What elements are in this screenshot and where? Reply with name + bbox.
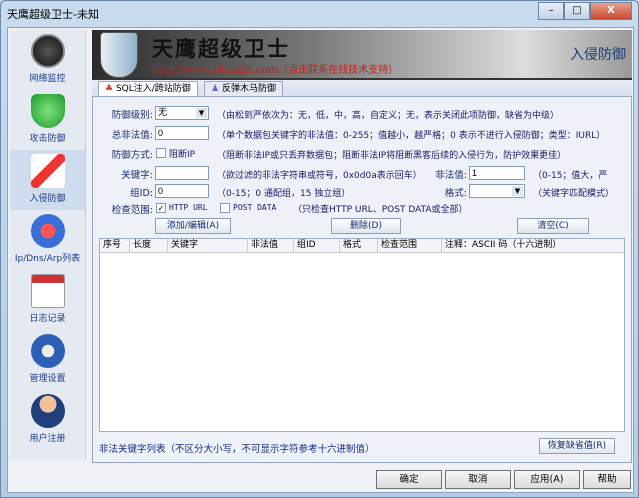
illegal-hint: （0-15；值大，严: [533, 171, 608, 181]
chevron-down-icon: ▼: [196, 108, 207, 118]
sidebar: 网络监控 攻击防御 入侵防御 Ip/Dns/Arp列表 日志记录 管理设置 用户…: [10, 30, 86, 460]
group-id-input[interactable]: [155, 184, 209, 198]
col-length[interactable]: 长度: [130, 239, 168, 252]
level-select[interactable]: 无 ▼: [155, 106, 209, 120]
gauge-icon: [30, 34, 65, 68]
group-hint: （0-15；0 通配组，15 独立组）: [217, 189, 351, 199]
block-ip-label: 阻断IP: [169, 150, 196, 160]
col-group[interactable]: 组ID: [294, 239, 340, 252]
banner-title: 天鹰超级卫士: [152, 36, 290, 61]
format-hint: （关键字匹配模式）: [533, 189, 615, 199]
delete-button[interactable]: 删除(D): [331, 218, 401, 234]
col-illegal[interactable]: 非法值: [248, 239, 294, 252]
user-icon: [30, 394, 65, 428]
mode-hint: （阻断非法IP或只丢弃数据包；阻断非法IP将阻断黑客后续的入侵行为，防护效果更佳…: [217, 151, 567, 161]
total-illegal-input[interactable]: [155, 126, 209, 140]
clear-button[interactable]: 清空(C): [517, 218, 589, 234]
ok-button[interactable]: 确定: [376, 470, 442, 489]
sql-tab-icon: ♣: [105, 84, 116, 94]
col-format[interactable]: 格式: [340, 239, 378, 252]
sidebar-item-intrusion-defense[interactable]: 入侵防御: [10, 150, 85, 210]
trojan-tab-icon: ♟: [211, 84, 222, 94]
level-label: 防御级别:: [111, 110, 153, 121]
illegal-label: 非法值:: [435, 170, 467, 181]
clipboard-icon: [30, 274, 65, 308]
shield-check-icon: [30, 94, 65, 128]
close-button[interactable]: X: [590, 2, 632, 20]
col-scope[interactable]: 检查范围: [378, 239, 442, 252]
cancel-button[interactable]: 取消: [445, 470, 511, 489]
tab-sql-injection[interactable]: ♣ SQL注入/跨站防御: [98, 81, 198, 96]
col-keyword[interactable]: 关键字: [168, 239, 248, 252]
keyword-list[interactable]: 序号 长度 关键字 非法值 组ID 格式 检查范围 注释：ASCII 码（十六进…: [99, 238, 625, 432]
minimize-button[interactable]: –: [538, 2, 564, 20]
format-label: 格式:: [444, 188, 467, 199]
col-comment[interactable]: 注释：ASCII 码（十六进制）: [442, 239, 624, 252]
block-ip-checkbox[interactable]: [156, 148, 166, 158]
sidebar-item-register[interactable]: 用户注册: [10, 390, 85, 450]
http-url-label: HTTP URL: [169, 203, 208, 212]
eagle-shield-logo: [100, 32, 138, 78]
keyword-label: 关键字:: [121, 170, 153, 181]
format-select[interactable]: ▼: [469, 184, 525, 198]
group-label: 组ID:: [130, 188, 153, 199]
keyword-hint: （欲过滤的非法字符串或符号，0x0d0a表示回车）: [217, 171, 422, 181]
sql-injection-panel: 防御级别: 无 ▼ （由松到严依次为：无，低，中，高，自定义；无，表示关闭此项防御…: [92, 96, 632, 463]
user-list-icon: [30, 214, 65, 248]
window-title: 天鹰超级卫士-未知: [7, 8, 99, 21]
section-title: 入侵防御: [570, 47, 626, 63]
maximize-button[interactable]: □: [564, 2, 590, 20]
col-index[interactable]: 序号: [100, 239, 130, 252]
scope-hint: （只检查HTTP URL、POST DATA或全部）: [293, 205, 468, 215]
restore-defaults-button[interactable]: 恢复缺省值(R): [539, 438, 615, 454]
mode-label: 防御方式:: [111, 150, 153, 161]
keyword-input[interactable]: [155, 166, 209, 180]
total-hint: （单个数据包关键字的非法值：0-255；值越小，越严格；0 表示不进行入侵防御；…: [217, 131, 606, 141]
apply-button[interactable]: 应用(A): [514, 470, 580, 489]
sidebar-item-logs[interactable]: 日志记录: [10, 270, 85, 330]
list-note: 非法关键字列表（不区分大小写，不可显示字符参考十六进制值）: [99, 444, 375, 455]
sidebar-item-network-monitor[interactable]: 网络监控: [10, 30, 85, 90]
total-label: 总非法值:: [111, 130, 153, 141]
sidebar-item-settings[interactable]: 管理设置: [10, 330, 85, 390]
add-edit-button[interactable]: 添加/编辑(A): [155, 218, 231, 234]
gear-icon: [30, 334, 65, 368]
support-link[interactable]: http://www.skeagle.com（点击联系在线技术支持）: [152, 61, 398, 77]
scope-label: 检查范围:: [111, 205, 153, 216]
banner: 天鹰超级卫士 http://www.skeagle.com（点击联系在线技术支持…: [92, 30, 632, 80]
chevron-down-icon: ▼: [512, 186, 523, 196]
tab-trojan-defense[interactable]: ♟ 反弹木马防御: [204, 81, 283, 96]
illegal-value-input[interactable]: [469, 166, 525, 180]
help-button[interactable]: 帮助: [583, 470, 631, 489]
post-data-label: POST DATA: [233, 203, 277, 212]
app-window: 天鹰超级卫士-未知 – □ X 网络监控 攻击防御 入侵防御 Ip/Dns/Ar…: [0, 0, 639, 498]
level-hint: （由松到严依次为：无，低，中，高，自定义；无，表示关闭此项防御，缺省为中级）: [217, 111, 560, 121]
list-header: 序号 长度 关键字 非法值 组ID 格式 检查范围 注释：ASCII 码（十六进…: [100, 239, 624, 253]
http-url-checkbox[interactable]: ✓: [156, 203, 166, 213]
sidebar-item-ip-dns-arp[interactable]: Ip/Dns/Arp列表: [10, 210, 85, 270]
syringe-icon: [30, 154, 65, 188]
sidebar-item-attack-defense[interactable]: 攻击防御: [10, 90, 85, 150]
post-data-checkbox[interactable]: [220, 203, 230, 213]
